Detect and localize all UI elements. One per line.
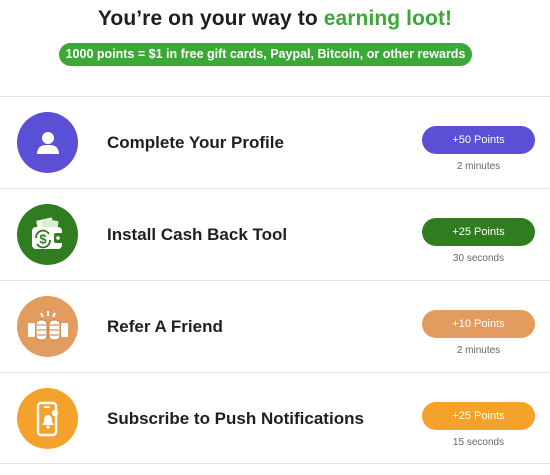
task-title: Complete Your Profile xyxy=(107,133,284,152)
page-title: You’re on your way to earning loot! xyxy=(0,7,550,31)
task-refer-friend[interactable]: Refer A Friend +10 Points 2 minutes xyxy=(0,280,550,372)
task-duration: 15 seconds xyxy=(452,437,505,448)
task-title: Refer A Friend xyxy=(107,317,223,336)
points-button[interactable]: +25 Points xyxy=(422,218,535,246)
task-duration: 2 minutes xyxy=(456,161,501,172)
headline-prefix: You’re on your way to xyxy=(97,7,324,30)
task-push-notifications[interactable]: Subscribe to Push Notifications +25 Poin… xyxy=(0,372,550,464)
promo-banner: 1000 points = $1 in free gift cards, Pay… xyxy=(59,43,472,66)
svg-text:$: $ xyxy=(39,231,47,246)
user-icon xyxy=(17,112,78,173)
points-button[interactable]: +25 Points xyxy=(422,402,535,430)
wallet-cash-icon: $ xyxy=(17,204,78,265)
points-button[interactable]: +10 Points xyxy=(422,310,535,338)
task-duration: 30 seconds xyxy=(452,253,505,264)
fist-bump-icon xyxy=(17,296,78,357)
task-title: Subscribe to Push Notifications xyxy=(107,409,364,428)
task-duration: 2 minutes xyxy=(456,345,501,356)
task-title: Install Cash Back Tool xyxy=(107,225,288,244)
header: You’re on your way to earning loot! 1000… xyxy=(0,0,550,96)
phone-bell-icon xyxy=(17,388,78,449)
task-list: Complete Your Profile +50 Points 2 minut… xyxy=(0,96,550,464)
headline-accent: earning loot! xyxy=(323,7,453,30)
task-complete-profile[interactable]: Complete Your Profile +50 Points 2 minut… xyxy=(0,96,550,188)
task-install-cashback[interactable]: $ Install Cash Back Tool +25 Points 30 s… xyxy=(0,188,550,280)
points-button[interactable]: +50 Points xyxy=(422,126,535,154)
